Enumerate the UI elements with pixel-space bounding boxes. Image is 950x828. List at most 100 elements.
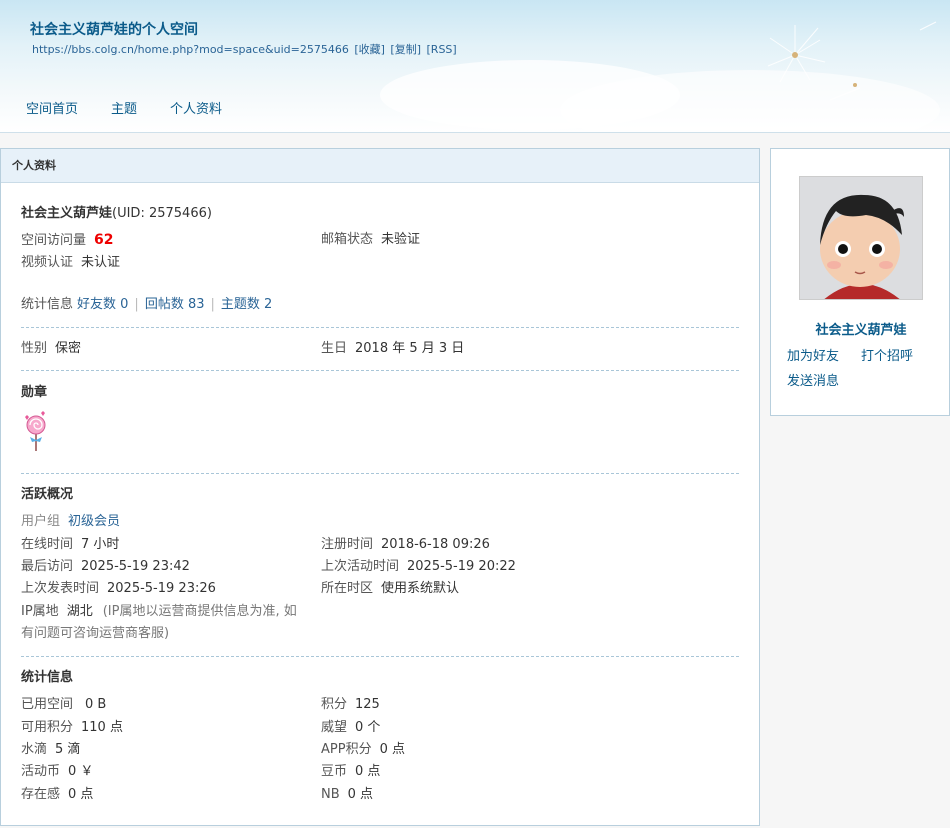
prestige-row: 威望 0 个 (321, 717, 380, 739)
points-label: 积分 (321, 697, 348, 712)
presence-value: 0 点 (68, 787, 94, 802)
sidebar-username[interactable]: 社会主义葫芦娃 (771, 319, 950, 338)
prestige-label: 威望 (321, 720, 348, 735)
beans-value: 0 点 (355, 764, 381, 779)
lastpost-row: 上次发表时间 2025-5-19 23:26 (21, 578, 216, 600)
app-points-value: 0 点 (379, 742, 405, 757)
avail-points-label: 可用积分 (21, 720, 74, 735)
avail-points-row: 可用积分 110 点 (21, 717, 123, 739)
coins-row: 活动币 0 ￥ (21, 761, 93, 783)
dandelion-decoration (767, 21, 937, 101)
activity-title: 活跃概况 (21, 487, 74, 502)
stats-summary-label: 统计信息 (21, 297, 74, 312)
presence-row: 存在感 0 点 (21, 784, 93, 806)
nav-threads[interactable]: 主题 (111, 98, 137, 117)
space-header: 社会主义葫芦娃的个人空间 https://bbs.colg.cn/home.ph… (0, 0, 950, 133)
online-value: 7 小时 (81, 537, 120, 552)
gender-value: 保密 (55, 341, 82, 356)
app-points-row: APP积分 0 点 (321, 739, 405, 761)
online-label: 在线时间 (21, 537, 74, 552)
usergroup-row: 用户组 初级会员 (21, 511, 120, 533)
email-status: 未验证 (381, 232, 421, 247)
visits-count: 62 (94, 232, 114, 248)
coins-label: 活动币 (21, 764, 61, 779)
nav-profile[interactable]: 个人资料 (170, 98, 222, 117)
email-row: 邮箱状态 未验证 (321, 229, 420, 251)
reg-value: 2018-6-18 09:26 (381, 537, 490, 552)
points-value: 125 (355, 697, 380, 712)
friends-count-link[interactable]: 好友数 0 (77, 297, 128, 312)
divider (21, 473, 739, 474)
used-space-value: 0 B (85, 697, 107, 712)
lastactive-value: 2025-5-19 20:22 (407, 559, 516, 574)
points-row: 积分 125 (321, 694, 380, 716)
avatar[interactable] (799, 176, 923, 300)
lastpost-label: 上次发表时间 (21, 581, 100, 596)
replies-count-link[interactable]: 回帖数 83 (145, 297, 205, 312)
panel-title: 个人资料 (1, 149, 759, 183)
lastpost-value: 2025-5-19 23:26 (107, 581, 216, 596)
username: 社会主义葫芦娃 (21, 206, 113, 221)
rss-link[interactable]: [RSS] (427, 43, 457, 56)
favorite-link[interactable]: [收藏] (354, 43, 385, 56)
birthday-row: 生日 2018 年 5 月 3 日 (321, 338, 464, 360)
video-status: 未认证 (81, 255, 121, 270)
lastactive-row: 上次活动时间 2025-5-19 20:22 (321, 556, 516, 578)
lollipop-medal-icon[interactable] (21, 409, 51, 453)
visits-row: 空间访问量 62 (21, 229, 114, 252)
birthday-label: 生日 (321, 341, 348, 356)
lastvisit-value: 2025-5-19 23:42 (81, 559, 190, 574)
timezone-row: 所在时区 使用系统默认 (321, 578, 459, 600)
copy-link[interactable]: [复制] (390, 43, 421, 56)
used-space-row: 已用空间 0 B (21, 694, 106, 716)
nb-label: NB (321, 787, 340, 802)
lastvisit-label: 最后访问 (21, 559, 74, 574)
app-points-label: APP积分 (321, 742, 372, 757)
birthday-value: 2018 年 5 月 3 日 (355, 341, 465, 356)
avail-points-value: 110 点 (81, 720, 123, 735)
coins-value: 0 ￥ (68, 764, 94, 779)
visits-label: 空间访问量 (21, 233, 87, 248)
usergroup-label: 用户组 (21, 514, 61, 529)
ip-value: 湖北 (66, 604, 93, 619)
reg-row: 注册时间 2018-6-18 09:26 (321, 534, 490, 556)
space-url-link[interactable]: https://bbs.colg.cn/home.php?mod=space&u… (32, 43, 349, 56)
presence-label: 存在感 (21, 787, 61, 802)
greet-link[interactable]: 打个招呼 (861, 345, 913, 364)
video-row: 视频认证 未认证 (21, 252, 120, 274)
nb-row: NB 0 点 (321, 784, 373, 806)
water-label: 水滴 (21, 742, 48, 757)
beans-label: 豆币 (321, 764, 348, 779)
beans-row: 豆币 0 点 (321, 761, 380, 783)
ip-note: (IP属地以运营商提供信息为准, 如 (102, 604, 297, 619)
online-row: 在线时间 7 小时 (21, 534, 119, 556)
lastactive-label: 上次活动时间 (321, 559, 400, 574)
gender-row: 性别 保密 (21, 338, 81, 360)
prestige-value: 0 个 (355, 720, 381, 735)
space-title: 社会主义葫芦娃的个人空间 (30, 22, 198, 38)
reg-label: 注册时间 (321, 537, 374, 552)
timezone-label: 所在时区 (321, 581, 374, 596)
avatar-image (800, 177, 922, 299)
nav-space-home[interactable]: 空间首页 (26, 98, 78, 117)
profile-sidebar: 社会主义葫芦娃 加为好友 打个招呼 发送消息 (770, 148, 950, 416)
stats-summary-row: 统计信息 好友数 0 | 回帖数 83 | 主题数 2 (21, 294, 272, 316)
uid: (UID: 2575466) (112, 206, 212, 221)
usergroup-link[interactable]: 初级会员 (68, 514, 120, 529)
send-message-link[interactable]: 发送消息 (787, 370, 839, 389)
threads-count-link[interactable]: 主题数 2 (221, 297, 272, 312)
water-row: 水滴 5 滴 (21, 739, 80, 761)
space-url-line: https://bbs.colg.cn/home.php?mod=space&u… (30, 41, 457, 57)
separator: | (134, 297, 139, 312)
lastvisit-row: 最后访问 2025-5-19 23:42 (21, 556, 190, 578)
timezone-value: 使用系统默认 (381, 581, 460, 596)
add-friend-link[interactable]: 加为好友 (787, 345, 839, 364)
water-value: 5 滴 (55, 742, 81, 757)
email-label: 邮箱状态 (321, 232, 374, 247)
video-label: 视频认证 (21, 255, 74, 270)
ip-label: IP属地 (21, 604, 59, 619)
profile-panel: 个人资料 社会主义葫芦娃(UID: 2575466) 空间访问量 62 邮箱状态未… (0, 148, 760, 826)
stats-title: 统计信息 (21, 670, 74, 685)
divider (21, 327, 739, 328)
ip-note-cont: 有问题可咨询运营商客服) (21, 626, 170, 641)
